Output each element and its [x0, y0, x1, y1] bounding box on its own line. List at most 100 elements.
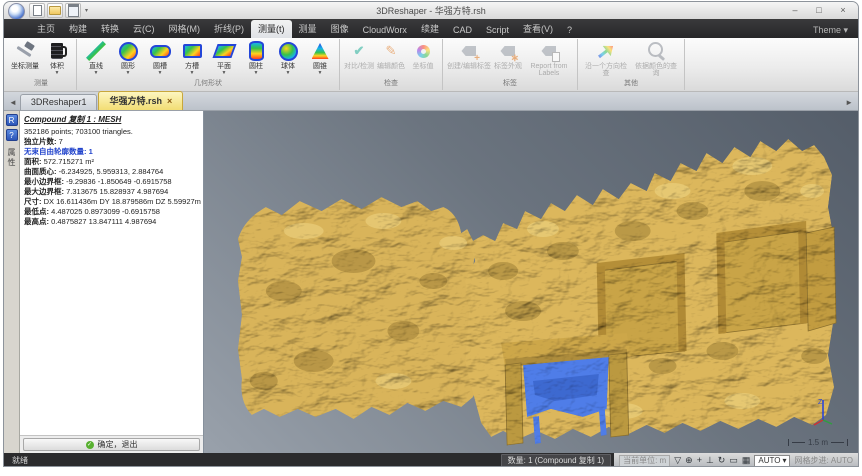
mesh-property-line-6: 尺寸: DX 16.611436m DY 18.879586m DZ 5.599… [24, 197, 199, 207]
maximize-button[interactable]: □ [808, 4, 830, 17]
ribbon-group-buttons: 直线▼圆形▼圆槽▼方槽▼平面▼圆柱▼球体▼圆锥▼ [80, 39, 336, 77]
ribbon-button-1-3[interactable]: 方槽▼ [176, 39, 208, 76]
rotation-center-icon[interactable]: ⊥ [706, 456, 714, 465]
ribbon-group-label: 其他 [581, 77, 681, 90]
ribbon-button-2-0[interactable]: 对比/检测 [343, 39, 375, 70]
doc-tabs-scroll-left-icon[interactable]: ◄ [6, 98, 20, 110]
chevron-down-icon[interactable]: ▼ [94, 71, 99, 76]
ribbon-button-label: 圆槽 [153, 63, 167, 70]
ribbon-button-label: 沿一个方向检查 [582, 63, 630, 77]
status-bar: 就绪 数量: 1 (Compound 复制 1) 当前单位: m ▽⊕+⊥↻▭▦… [4, 453, 858, 467]
chevron-down-icon[interactable]: ▼ [190, 71, 195, 76]
ribbon-tab-3[interactable]: 云(C) [126, 20, 162, 38]
new-file-icon[interactable] [29, 3, 45, 18]
open-file-icon[interactable] [47, 3, 63, 18]
ribbon-button-2-2[interactable]: 坐标值 [407, 39, 439, 70]
document-tab-0[interactable]: 3DReshaper1 [20, 94, 98, 110]
mesh-render [204, 111, 858, 453]
chevron-down-icon[interactable]: ▼ [254, 71, 259, 76]
ribbon-button-4-0[interactable]: 沿一个方向检查 [581, 39, 631, 77]
select-area-icon[interactable]: ▭ [729, 456, 738, 465]
ribbon-button-label: 方槽 [185, 63, 199, 70]
save-file-icon[interactable] [65, 3, 81, 18]
ribbon-tab-7[interactable]: 测量 [292, 20, 324, 38]
ribbon-button-label: 坐标值 [413, 63, 434, 70]
chevron-down-icon[interactable]: ▼ [318, 71, 323, 76]
chevron-down-icon[interactable]: ▼ [286, 71, 291, 76]
ribbon-tab-12[interactable]: Script [479, 23, 516, 38]
ribbon-button-1-5[interactable]: 圆柱▼ [240, 39, 272, 76]
status-ready-text: 就绪 [4, 455, 36, 466]
properties-rail-label[interactable]: 属性 [6, 148, 17, 168]
scale-bar-label: 1.5 m [808, 438, 828, 447]
qat-dropdown-icon[interactable]: ▾ [85, 7, 88, 14]
ribbon-group-label: 几何形状 [80, 77, 336, 90]
slot-icon [149, 40, 171, 62]
ribbon-button-3-2[interactable]: Report from Labels [524, 39, 574, 77]
confirm-exit-button[interactable]: ✓ 确定，退出 [23, 438, 200, 451]
help-icon[interactable]: ? [6, 129, 18, 141]
theme-selector[interactable]: Theme ▾ [809, 23, 852, 38]
ribbon-tab-0[interactable]: 主页 [30, 20, 62, 38]
mesh-property-line-2: 面积: 572.715271 m² [24, 157, 199, 167]
mesh-property-line-4: 最小边界框: -9.29836 -1.850649 -0.6915758 [24, 177, 199, 187]
ribbon-button-0-0[interactable]: 坐标测量 [9, 39, 41, 70]
chevron-down-icon[interactable]: ▼ [158, 71, 163, 76]
filter-icon[interactable]: ▽ [674, 456, 681, 465]
ribbon-button-2-1[interactable]: 编辑颜色 [375, 39, 407, 70]
rectslot-icon [181, 40, 203, 62]
zoom-window-icon[interactable]: ⊕ [685, 456, 693, 465]
ribbon-tab-11[interactable]: CAD [446, 23, 479, 38]
ribbon-button-4-1[interactable]: 依据颜色的查询 [631, 39, 681, 77]
chevron-down-icon: ▾ [782, 456, 786, 466]
ribbon-button-1-4[interactable]: 平面▼ [208, 39, 240, 76]
ribbon-tab-13[interactable]: 查看(V) [516, 20, 560, 38]
rotate-view-icon[interactable]: ↻ [718, 456, 726, 465]
app-logo-icon[interactable] [8, 3, 25, 20]
ribbon-tab-10[interactable]: 续建 [414, 20, 446, 38]
ribbon-button-0-1[interactable]: 体积▼ [41, 39, 73, 76]
ribbon-button-label: 球体 [281, 63, 295, 70]
status-tool-tray: 当前单位: m ▽ ⊕ + ⊥ ↻▭ ▦ AUTO▾ 网格步进: AUTO [614, 453, 858, 467]
ribbon-button-1-7[interactable]: 圆锥▼ [304, 39, 336, 76]
ribbon-tab-6[interactable]: 测量(t) [251, 20, 292, 38]
ribbon-tab-1[interactable]: 构建 [62, 20, 94, 38]
document-tab-1[interactable]: 华强方特.rsh× [98, 91, 183, 110]
minimize-button[interactable]: – [784, 4, 806, 17]
chevron-down-icon[interactable]: ▼ [55, 71, 60, 76]
ribbon-button-3-0[interactable]: 创建/编辑标签 [446, 39, 492, 70]
edit-color-icon [380, 40, 402, 62]
ribbon-tab-5[interactable]: 折线(P) [207, 20, 251, 38]
close-tab-icon[interactable]: × [167, 96, 172, 106]
ribbon-tab-4[interactable]: 网格(M) [162, 20, 208, 38]
ribbon-tab-9[interactable]: CloudWorx [356, 23, 414, 38]
close-button[interactable]: × [832, 4, 854, 17]
ribbon-group-label: 标签 [446, 77, 574, 90]
reshaper-mini-icon[interactable]: R [6, 114, 18, 126]
grid-step-text: 网格步进: AUTO [794, 455, 853, 466]
ribbon-tab-2[interactable]: 转换 [94, 20, 126, 38]
render-mode-dropdown[interactable]: AUTO▾ [754, 455, 790, 467]
ribbon-button-1-0[interactable]: 直线▼ [80, 39, 112, 76]
ribbon-group-4: 沿一个方向检查依据颜色的查询其他 [578, 39, 685, 90]
ribbon-tab-8[interactable]: 图像 [324, 20, 356, 38]
compare-icon [348, 40, 370, 62]
ribbon-group-2: 对比/检测编辑颜色坐标值检查 [340, 39, 443, 90]
mesh-title: Compound 复制 1 : MESH [24, 114, 199, 125]
ribbon-tab-14[interactable]: ? [560, 23, 579, 38]
current-unit-text: 当前单位: m [619, 455, 670, 467]
ribbon-button-3-1[interactable]: 标签外观 [492, 39, 524, 70]
chevron-down-icon[interactable]: ▼ [222, 71, 227, 76]
plane-icon [213, 40, 235, 62]
doc-tabs-scroll-right-icon[interactable]: ► [842, 98, 856, 110]
ribbon-button-1-2[interactable]: 圆槽▼ [144, 39, 176, 76]
mesh-property-line-7: 最低点: 4.487025 0.8973099 -0.6915758 [24, 207, 199, 217]
chevron-down-icon: ▾ [843, 25, 848, 35]
move-view-icon[interactable]: + [697, 456, 702, 465]
viewport-3d[interactable]: Z 1.5 m [204, 111, 858, 453]
ribbon-button-label: 创建/编辑标签 [447, 63, 491, 70]
ribbon-button-1-1[interactable]: 圆形▼ [112, 39, 144, 76]
grid-display-icon[interactable]: ▦ [742, 456, 751, 465]
ribbon-button-1-6[interactable]: 球体▼ [272, 39, 304, 76]
chevron-down-icon[interactable]: ▼ [126, 71, 131, 76]
